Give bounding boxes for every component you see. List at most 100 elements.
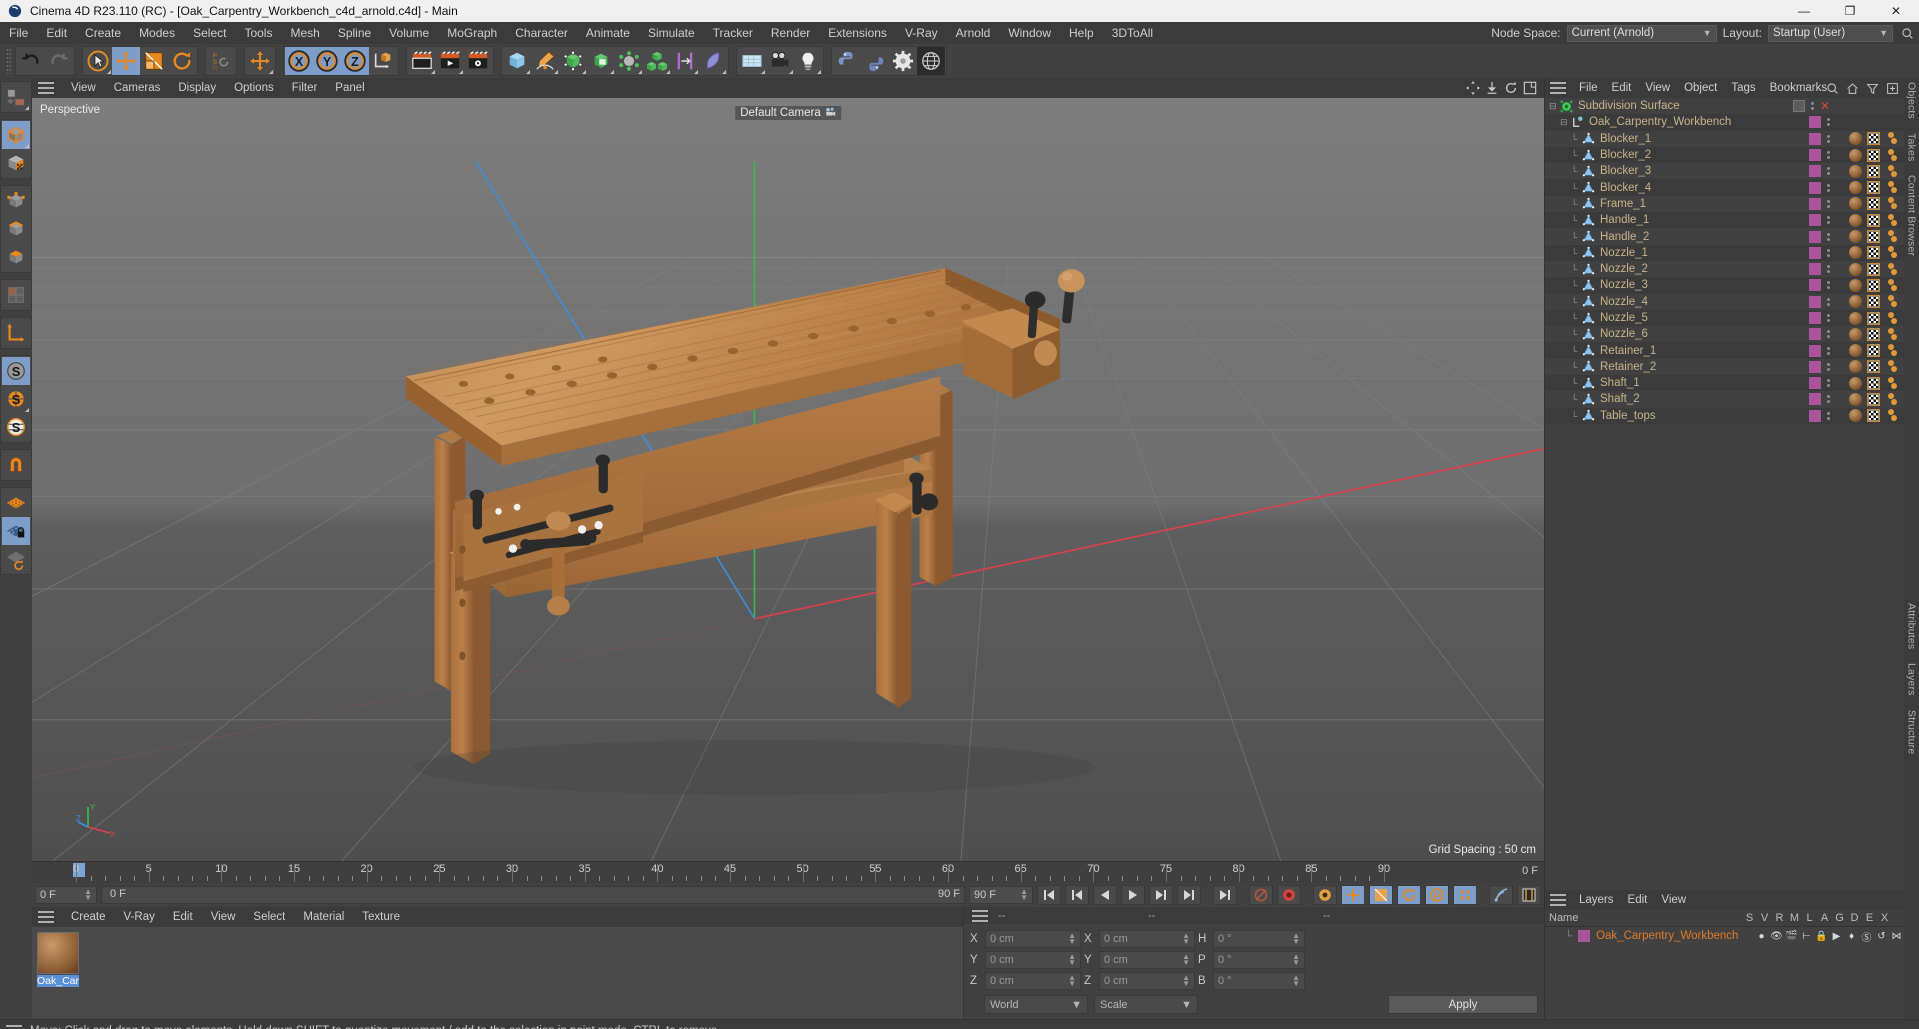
layer-lock-toggle[interactable]: 🔒 <box>1814 931 1829 942</box>
menu-spline[interactable]: Spline <box>329 22 380 44</box>
select-tool-button[interactable] <box>84 47 112 75</box>
menu-window[interactable]: Window <box>999 22 1060 44</box>
side-tab-takes[interactable]: Takes <box>1906 133 1918 161</box>
enable-axis-modification-button[interactable] <box>2 319 30 347</box>
go-to-start-button[interactable] <box>1037 885 1061 905</box>
position-key-button[interactable] <box>1341 885 1365 905</box>
menu-character[interactable]: Character <box>506 22 577 44</box>
coordinate-system-select[interactable]: World ▼ <box>984 995 1088 1014</box>
menu-tools[interactable]: Tools <box>235 22 281 44</box>
edge-mode-button[interactable] <box>2 215 30 243</box>
menu-v-ray[interactable]: V-Ray <box>896 22 947 44</box>
spinner-icon[interactable]: ▲ ▼ <box>1182 973 1190 987</box>
layer-menu-view[interactable]: View <box>1654 890 1693 910</box>
lock-workplane-button[interactable] <box>2 517 30 545</box>
layout-select[interactable]: Startup (User) ▼ <box>1768 24 1893 42</box>
camera-object-button[interactable] <box>766 47 794 75</box>
undo-button[interactable] <box>17 47 45 75</box>
menu-file[interactable]: File <box>0 22 37 44</box>
coord-field-size-z[interactable]: 0 cm ▲ ▼ <box>1099 971 1195 990</box>
uv-tag-icon[interactable] <box>1867 311 1880 325</box>
layer-color-chip[interactable] <box>1809 149 1821 162</box>
material-list[interactable]: Oak_Car <box>32 927 963 1019</box>
object-row[interactable]: └ Blocker_2 <box>1545 146 1904 164</box>
go-to-end-button[interactable] <box>1177 885 1201 905</box>
visibility-dots-icon[interactable] <box>1827 232 1830 241</box>
material-tag-icon[interactable] <box>1849 213 1862 227</box>
object-row[interactable]: └ Blocker_1 <box>1545 131 1904 147</box>
enable-snapping-button[interactable]: S <box>2 357 30 385</box>
layer-color-chip[interactable] <box>1809 230 1821 243</box>
go-to-end-of-animation-button[interactable] <box>1213 885 1237 905</box>
gear-icon[interactable] <box>889 47 917 75</box>
selection-tag-icon[interactable] <box>1885 213 1898 227</box>
selection-tag-icon[interactable] <box>1885 230 1898 243</box>
point-level-animation-button[interactable] <box>1453 885 1477 905</box>
material-tag-icon[interactable] <box>1849 246 1862 260</box>
viewport-menu-filter[interactable]: Filter <box>283 78 327 98</box>
visibility-dots-icon[interactable] <box>1827 118 1830 127</box>
uv-tag-icon[interactable] <box>1867 360 1880 374</box>
object-row[interactable]: └ Retainer_1 <box>1545 342 1904 359</box>
object-row[interactable]: └ Shaft_1 <box>1545 375 1904 392</box>
layer-list[interactable]: └ Oak_Carpentry_Workbench ● 👁 🎬 ⊢ 🔒 ▶ ♦ … <box>1545 927 1904 1019</box>
toolbar-grip[interactable] <box>6 48 11 74</box>
parameter-key-button[interactable]: P <box>1425 885 1449 905</box>
scale-key-button[interactable] <box>1369 885 1393 905</box>
selection-tag-icon[interactable] <box>1885 409 1898 422</box>
material-menu-create[interactable]: Create <box>62 907 115 927</box>
menu-volume[interactable]: Volume <box>380 22 438 44</box>
visibility-dots-icon[interactable] <box>1827 151 1830 160</box>
layout-views-icon[interactable] <box>1522 80 1538 96</box>
spinner-icon[interactable]: ▲ ▼ <box>1068 973 1076 987</box>
menu-help[interactable]: Help <box>1060 22 1103 44</box>
axis-z-button[interactable]: Z <box>341 47 369 75</box>
status-hamburger-icon[interactable] <box>6 1024 22 1029</box>
record-active-objects-button[interactable] <box>1249 885 1273 905</box>
spinner-icon[interactable]: ▲ ▼ <box>1292 931 1300 945</box>
spinner-icon[interactable]: ▲ ▼ <box>1292 952 1300 966</box>
coordinate-system-button[interactable] <box>369 47 397 75</box>
selection-tag-icon[interactable] <box>1885 327 1898 341</box>
selection-tag-icon[interactable] <box>1885 392 1898 406</box>
selection-tag-icon[interactable] <box>1885 376 1898 390</box>
menu-animate[interactable]: Animate <box>577 22 639 44</box>
disabled-chip[interactable] <box>1792 100 1805 113</box>
object-row[interactable]: └ Handle_1 <box>1545 212 1904 229</box>
visibility-dots-icon[interactable] <box>1827 134 1830 143</box>
material-tag-icon[interactable] <box>1849 311 1862 325</box>
interactive-render-region-button[interactable] <box>1489 885 1513 905</box>
layer-color-chip[interactable] <box>1809 279 1821 292</box>
spinner-icon[interactable]: ▲ ▼ <box>1020 888 1028 902</box>
coord-field-rot-h[interactable]: 0 ° ▲ ▼ <box>1213 929 1305 948</box>
magnet-tool-button[interactable] <box>2 451 30 479</box>
node-space-select[interactable]: Current (Arnold) ▼ <box>1566 24 1717 42</box>
layer-menu-layers[interactable]: Layers <box>1572 890 1621 910</box>
layer-color-chip[interactable] <box>1809 328 1821 341</box>
uv-tag-icon[interactable] <box>1867 148 1880 162</box>
timeline-range-bar[interactable]: 0 F 90 F <box>101 886 965 904</box>
play-button[interactable] <box>1121 885 1145 905</box>
object-menu-tags[interactable]: Tags <box>1724 78 1762 98</box>
material-menu-v-ray[interactable]: V-Ray <box>115 907 164 927</box>
keyframe-settings-button[interactable] <box>1313 885 1337 905</box>
uv-tag-icon[interactable] <box>1867 344 1880 358</box>
menu-mograph[interactable]: MoGraph <box>438 22 506 44</box>
layer-manager-toggle[interactable]: ⊢ <box>1799 931 1814 942</box>
rotate-tool-button[interactable] <box>168 47 196 75</box>
picture-viewer-button[interactable] <box>1517 885 1541 905</box>
visibility-dots-icon[interactable] <box>1827 314 1830 322</box>
visibility-dots-icon[interactable] <box>1827 346 1830 355</box>
coord-field-pos-y[interactable]: 0 cm ▲ ▼ <box>985 950 1081 969</box>
menu-render[interactable]: Render <box>762 22 819 44</box>
layer-color-chip[interactable] <box>1809 181 1821 194</box>
material-item[interactable]: Oak_Car <box>37 932 79 987</box>
object-row[interactable]: └ Nozzle_6 <box>1545 326 1904 342</box>
current-frame-field[interactable]: 0 F ▲ ▼ <box>35 886 97 904</box>
coord-field-size-y[interactable]: 0 cm ▲ ▼ <box>1099 950 1195 969</box>
material-tag-icon[interactable] <box>1849 262 1862 276</box>
layer-color-chip[interactable] <box>1809 263 1821 276</box>
layer-row[interactable]: └ Oak_Carpentry_Workbench ● 👁 🎬 ⊢ 🔒 ▶ ♦ … <box>1545 927 1904 945</box>
menu-arnold[interactable]: Arnold <box>947 22 1000 44</box>
redo-button[interactable] <box>45 47 73 75</box>
